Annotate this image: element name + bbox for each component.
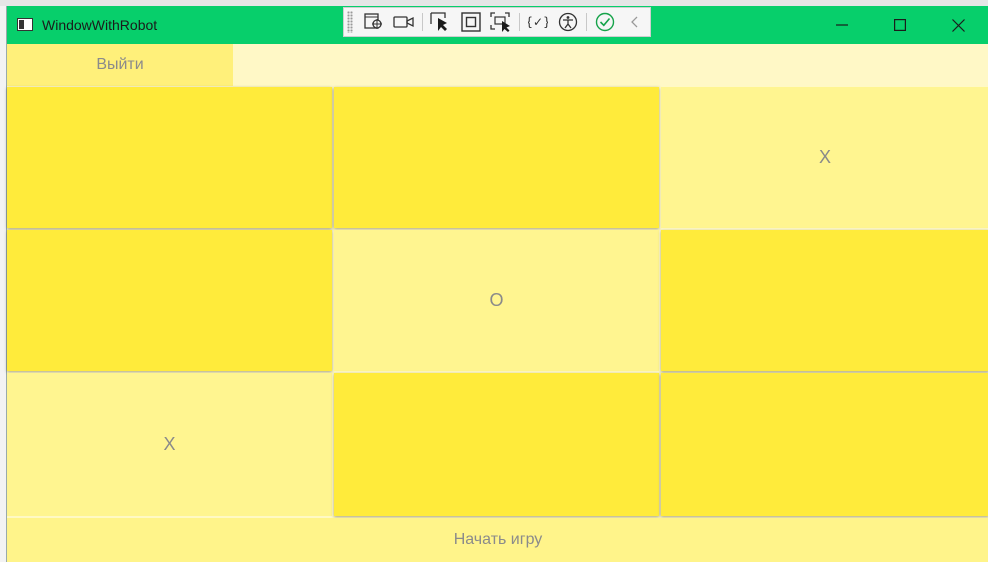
debug-toolbar: {✓} (343, 7, 651, 37)
main-window: WindowWithRobot {✓} (6, 6, 988, 562)
track-focus-icon[interactable] (486, 9, 516, 35)
title-bar[interactable]: WindowWithRobot {✓} (7, 6, 988, 44)
board-cell[interactable] (661, 373, 988, 516)
board-cell[interactable] (334, 87, 659, 228)
toolbar-separator (586, 13, 587, 31)
toolbar-grip[interactable] (347, 11, 353, 33)
board-cell[interactable]: O (334, 230, 659, 371)
toolbar-separator (519, 13, 520, 31)
window-title: WindowWithRobot (42, 17, 158, 33)
board-cell[interactable] (7, 230, 332, 371)
record-video-icon[interactable] (389, 9, 419, 35)
board-cell[interactable] (7, 87, 332, 228)
maximize-icon (894, 19, 906, 31)
pointer-select-icon[interactable] (426, 9, 456, 35)
board-cell[interactable]: X (661, 87, 988, 228)
minimize-button[interactable] (813, 6, 871, 44)
close-icon (951, 18, 965, 32)
start-game-button[interactable]: Начать игру (7, 518, 988, 562)
close-button[interactable] (929, 6, 987, 44)
toolbar-separator (422, 13, 423, 31)
maximize-button[interactable] (871, 6, 929, 44)
top-bar: Выйти (7, 44, 988, 86)
select-element-icon[interactable] (359, 9, 389, 35)
check-icon[interactable] (590, 9, 620, 35)
collapse-icon[interactable] (620, 9, 650, 35)
board-cell[interactable] (661, 230, 988, 371)
app-window-icon (17, 18, 33, 31)
exit-button[interactable]: Выйти (7, 44, 233, 86)
accessibility-icon[interactable] (553, 9, 583, 35)
layout-adorner-icon[interactable] (456, 9, 486, 35)
binding-failures-icon[interactable]: {✓} (523, 9, 553, 35)
minimize-icon (836, 24, 848, 26)
board-cell[interactable] (334, 373, 659, 516)
board-cell[interactable]: X (7, 373, 332, 516)
svg-text:{✓}: {✓} (528, 15, 548, 29)
